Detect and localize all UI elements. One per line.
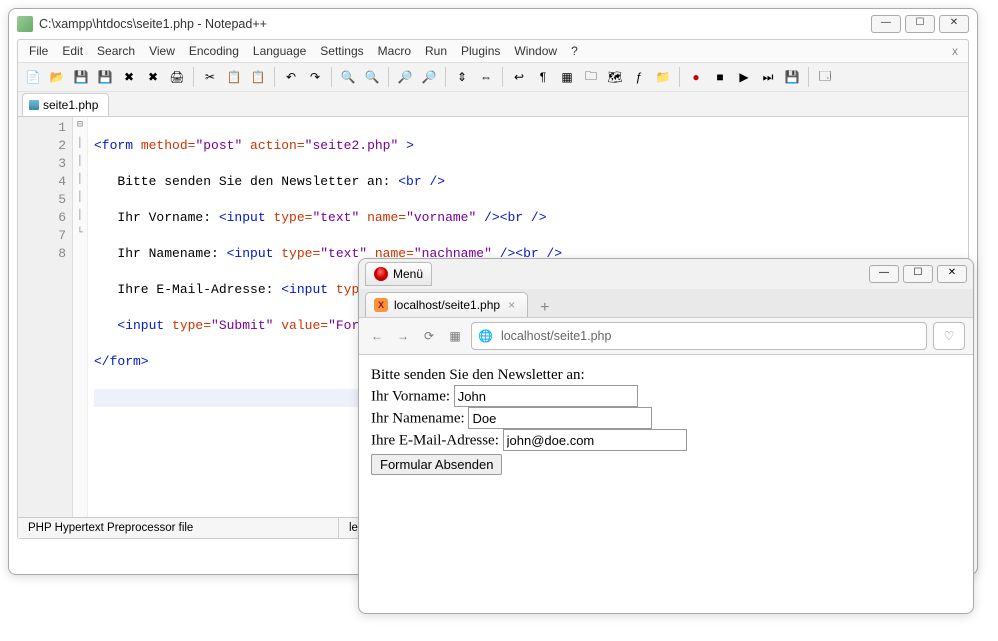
- menu-search[interactable]: Search: [90, 42, 142, 60]
- window-title: C:\xampp\htdocs\seite1.php - Notepad++: [39, 17, 267, 31]
- menu-macro[interactable]: Macro: [371, 42, 418, 60]
- menu-language[interactable]: Language: [246, 42, 313, 60]
- zoom-out-icon[interactable]: 🔎: [418, 66, 440, 88]
- undo-icon[interactable]: ↶: [280, 66, 302, 88]
- menu-file[interactable]: File: [22, 42, 55, 60]
- opera-icon: [374, 267, 388, 281]
- func-list-icon[interactable]: ƒ: [628, 66, 650, 88]
- menu-help[interactable]: ?: [564, 42, 585, 60]
- menu-edit[interactable]: Edit: [55, 42, 90, 60]
- file-saved-icon: [29, 100, 39, 110]
- browser-window: Menü — ☐ ✕ X localhost/seite1.php × + ← …: [358, 258, 974, 614]
- new-file-icon[interactable]: 📄: [22, 66, 44, 88]
- label-email: Ihre E-Mail-Adresse:: [371, 433, 503, 449]
- input-nachname[interactable]: [468, 407, 652, 429]
- menu-settings[interactable]: Settings: [313, 42, 370, 60]
- browser-tabs: X localhost/seite1.php × +: [359, 289, 973, 318]
- intro-text: Bitte senden Sie den Newsletter an:: [371, 365, 961, 385]
- bookmark-button[interactable]: ♡: [933, 322, 965, 350]
- browser-maximize-button[interactable]: ☐: [903, 265, 933, 283]
- indent-guide-icon[interactable]: ▦: [556, 66, 578, 88]
- opera-menu-button[interactable]: Menü: [365, 262, 432, 286]
- browser-minimize-button[interactable]: —: [869, 265, 899, 283]
- opera-menu-label: Menü: [393, 267, 423, 281]
- zoom-in-icon[interactable]: 🔎: [394, 66, 416, 88]
- label-nachname: Ihr Namename:: [371, 411, 468, 427]
- wordwrap-icon[interactable]: ↩: [508, 66, 530, 88]
- save-icon[interactable]: 💾: [70, 66, 92, 88]
- copy-icon[interactable]: 📋: [223, 66, 245, 88]
- line-number-gutter: 12345678: [18, 117, 73, 517]
- minimize-button[interactable]: —: [871, 15, 901, 33]
- status-language: PHP Hypertext Preprocessor file: [18, 518, 339, 538]
- toolbar: 📄 📂 💾 💾 ✖ ✖ 🖨 ✂ 📋 📋 ↶ ↷ 🔍 🔍 🔎 🔎 ⇕ ⇔ ↩: [18, 62, 968, 92]
- play-macro-icon[interactable]: ▶: [733, 66, 755, 88]
- play-multi-icon[interactable]: ⏭: [757, 66, 779, 88]
- address-bar: ← → ⟳ ▦ 🌐 ♡: [359, 318, 973, 355]
- find-icon[interactable]: 🔍: [337, 66, 359, 88]
- favicon-xampp-icon: X: [374, 298, 388, 312]
- menu-encoding[interactable]: Encoding: [182, 42, 246, 60]
- reload-button[interactable]: ⟳: [419, 326, 439, 346]
- speed-dial-button[interactable]: ▦: [445, 326, 465, 346]
- close-file-icon[interactable]: ✖: [118, 66, 140, 88]
- paste-icon[interactable]: 📋: [247, 66, 269, 88]
- open-file-icon[interactable]: 📂: [46, 66, 68, 88]
- label-vorname: Ihr Vorname:: [371, 389, 454, 405]
- back-button[interactable]: ←: [367, 326, 387, 346]
- cut-icon[interactable]: ✂: [199, 66, 221, 88]
- stop-macro-icon[interactable]: ■: [709, 66, 731, 88]
- save-all-icon[interactable]: 💾: [94, 66, 116, 88]
- menubar: File Edit Search View Encoding Language …: [18, 40, 968, 62]
- save-macro-icon[interactable]: 💾: [781, 66, 803, 88]
- redo-icon[interactable]: ↷: [304, 66, 326, 88]
- forward-button[interactable]: →: [393, 326, 413, 346]
- show-all-chars-icon[interactable]: ¶: [532, 66, 554, 88]
- udl-icon[interactable]: 🗀: [580, 66, 602, 88]
- maximize-button[interactable]: ☐: [905, 15, 935, 33]
- tab-close-icon[interactable]: ×: [506, 298, 517, 312]
- file-tab[interactable]: seite1.php: [22, 93, 109, 116]
- fold-column[interactable]: ⊟│││││└: [73, 117, 88, 517]
- url-input[interactable]: [499, 328, 920, 344]
- site-info-icon[interactable]: 🌐: [478, 329, 493, 343]
- print-icon[interactable]: 🖨: [166, 66, 188, 88]
- mdi-close-icon[interactable]: x: [946, 44, 964, 58]
- sync-h-icon[interactable]: ⇔: [475, 66, 497, 88]
- document-tabs: seite1.php: [18, 92, 968, 116]
- replace-icon[interactable]: 🔍: [361, 66, 383, 88]
- app-icon: [17, 16, 33, 32]
- titlebar[interactable]: C:\xampp\htdocs\seite1.php - Notepad++ —…: [9, 9, 977, 39]
- input-email[interactable]: [503, 429, 687, 451]
- url-field[interactable]: 🌐: [471, 322, 927, 350]
- submit-button[interactable]: Formular Absenden: [371, 454, 502, 475]
- menu-view[interactable]: View: [142, 42, 182, 60]
- sync-v-icon[interactable]: ⇕: [451, 66, 473, 88]
- close-all-icon[interactable]: ✖: [142, 66, 164, 88]
- new-tab-button[interactable]: +: [534, 299, 555, 317]
- browser-tab[interactable]: X localhost/seite1.php ×: [365, 292, 528, 317]
- record-macro-icon[interactable]: ●: [685, 66, 707, 88]
- input-vorname[interactable]: [454, 385, 638, 407]
- menu-plugins[interactable]: Plugins: [454, 42, 507, 60]
- file-tab-label: seite1.php: [43, 98, 98, 112]
- close-button[interactable]: ✕: [939, 15, 969, 33]
- menu-run[interactable]: Run: [418, 42, 454, 60]
- browser-close-button[interactable]: ✕: [937, 265, 967, 283]
- browser-tab-title: localhost/seite1.php: [394, 298, 500, 312]
- extra-icon[interactable]: 🗔: [814, 66, 836, 88]
- browser-titlebar[interactable]: Menü — ☐ ✕: [359, 259, 973, 289]
- menu-window[interactable]: Window: [507, 42, 564, 60]
- folder-icon[interactable]: 📁: [652, 66, 674, 88]
- doc-map-icon[interactable]: 🗺: [604, 66, 626, 88]
- page-content: Bitte senden Sie den Newsletter an: Ihr …: [359, 355, 973, 486]
